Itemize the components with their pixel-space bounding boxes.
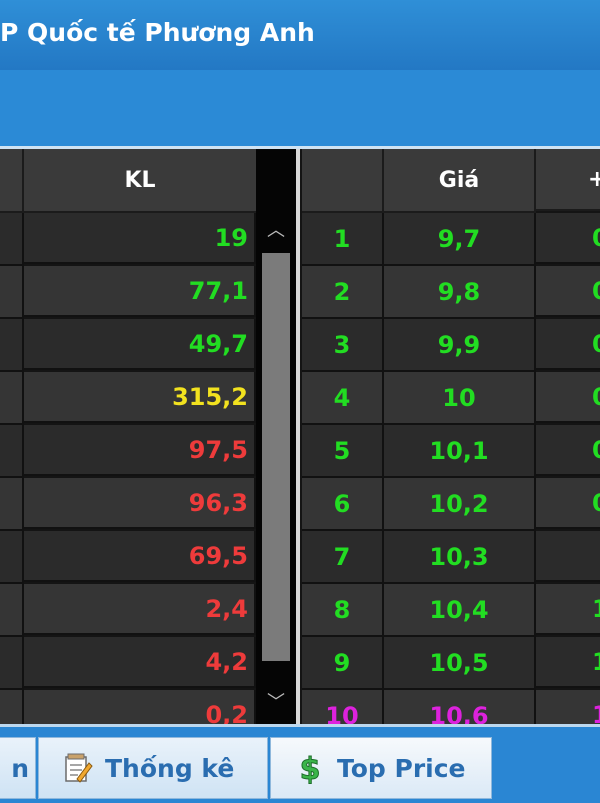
- vertical-scrollbar[interactable]: ︿ ﹀: [256, 149, 300, 724]
- kl-cell: 2,4: [24, 584, 256, 635]
- price-grid: KL Giá + 1919,7077,129,8049,739,90315,24…: [0, 149, 600, 724]
- table-row[interactable]: 97,5 510,10: [0, 425, 600, 478]
- change-cell: 0: [536, 478, 600, 529]
- index-cell: 7: [302, 531, 384, 584]
- price-cell: 9,8: [384, 266, 536, 319]
- change-cell: 1: [536, 584, 600, 635]
- row-left-cell: [0, 213, 24, 266]
- price-cell: 10,4: [384, 584, 536, 637]
- change-cell: 0: [536, 319, 600, 370]
- table-row[interactable]: 69,5 7 10,3: [0, 531, 600, 584]
- price-cell: 10: [384, 372, 536, 425]
- kl-cell: 77,1: [24, 266, 256, 317]
- dollar-sign-icon: $: [295, 752, 325, 786]
- tab-partial-label: n: [11, 753, 29, 783]
- index-cell: 5: [302, 425, 384, 478]
- header-cell-left: [0, 149, 24, 213]
- table-row[interactable]: 0,2 1010,61: [0, 690, 600, 724]
- toolbar-strip: [0, 70, 600, 149]
- bottom-tab-bar: n Thống kê $ Top Price: [0, 724, 600, 803]
- row-left-cell: [0, 478, 24, 531]
- kl-cell: 315,2: [24, 372, 256, 423]
- table-row[interactable]: 2,4 810,41: [0, 584, 600, 637]
- index-cell: 8: [302, 584, 384, 637]
- kl-cell: 4,2: [24, 637, 256, 688]
- kl-cell: 97,5: [24, 425, 256, 476]
- index-cell: 10: [302, 690, 384, 724]
- tab-thong-ke[interactable]: Thống kê: [38, 737, 268, 799]
- svg-text:$: $: [300, 752, 321, 785]
- kl-cell: 19: [24, 213, 256, 264]
- scroll-thumb[interactable]: [262, 253, 290, 661]
- row-left-cell: [0, 584, 24, 637]
- price-cell: 9,7: [384, 213, 536, 266]
- app-title: P Quốc tế Phương Anh: [0, 18, 315, 47]
- table-row[interactable]: 77,1 29,80: [0, 266, 600, 319]
- index-cell: 2: [302, 266, 384, 319]
- row-left-cell: [0, 425, 24, 478]
- kl-cell: 69,5: [24, 531, 256, 582]
- tab-partial[interactable]: n: [0, 737, 36, 799]
- price-cell: 10,1: [384, 425, 536, 478]
- row-left-cell: [0, 372, 24, 425]
- price-cell: 10,3: [384, 531, 536, 584]
- scroll-up-icon[interactable]: ︿: [265, 222, 287, 240]
- tab-top-price-label: Top Price: [337, 753, 466, 783]
- notepad-pencil-icon: [63, 752, 93, 784]
- change-cell: 0: [536, 213, 600, 264]
- header-kl[interactable]: KL: [24, 149, 258, 213]
- kl-cell: 96,3: [24, 478, 256, 529]
- kl-cell: 49,7: [24, 319, 256, 370]
- change-cell: 0: [536, 266, 600, 317]
- tab-thong-ke-label: Thống kê: [105, 753, 235, 783]
- index-cell: 3: [302, 319, 384, 372]
- price-cell: 9,9: [384, 319, 536, 372]
- change-cell: 0: [536, 425, 600, 476]
- header-change[interactable]: +: [536, 149, 600, 211]
- row-left-cell: [0, 690, 24, 724]
- change-cell: 1: [536, 637, 600, 688]
- table-row[interactable]: 4,2 910,51: [0, 637, 600, 690]
- row-left-cell: [0, 637, 24, 690]
- change-cell: 0: [536, 372, 600, 423]
- row-left-cell: [0, 531, 24, 584]
- index-cell: 4: [302, 372, 384, 425]
- kl-cell: 0,2: [24, 690, 256, 724]
- price-cell: 10,6: [384, 690, 536, 724]
- scroll-down-icon[interactable]: ﹀: [265, 694, 287, 712]
- table-row[interactable]: 19 19,70: [0, 213, 600, 266]
- change-cell: 1: [536, 690, 600, 724]
- row-left-cell: [0, 319, 24, 372]
- index-cell: 1: [302, 213, 384, 266]
- title-bar: P Quốc tế Phương Anh: [0, 0, 600, 70]
- index-cell: 6: [302, 478, 384, 531]
- tab-top-price[interactable]: $ Top Price: [270, 737, 492, 799]
- row-left-cell: [0, 266, 24, 319]
- change-cell: [536, 531, 600, 582]
- header-index[interactable]: [302, 149, 384, 213]
- price-cell: 10,5: [384, 637, 536, 690]
- price-cell: 10,2: [384, 478, 536, 531]
- table-row[interactable]: 315,2 4100: [0, 372, 600, 425]
- header-gia[interactable]: Giá: [384, 149, 536, 213]
- table-row[interactable]: 96,3 610,20: [0, 478, 600, 531]
- index-cell: 9: [302, 637, 384, 690]
- table-row[interactable]: 49,7 39,90: [0, 319, 600, 372]
